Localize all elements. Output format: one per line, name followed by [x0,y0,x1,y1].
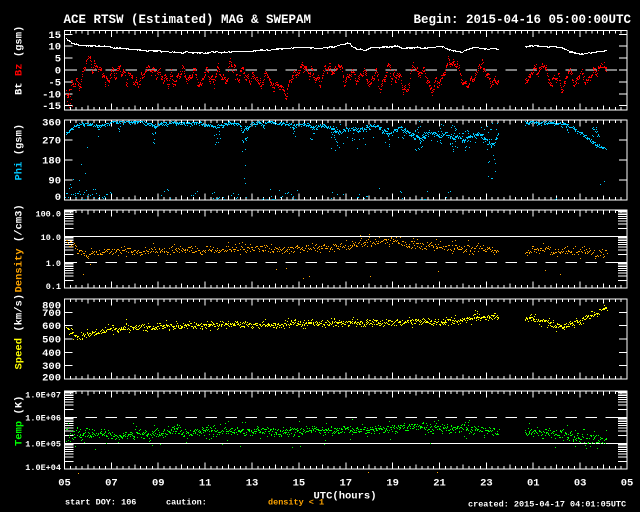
svg-text:500: 500 [42,335,61,347]
svg-text:1.0E+06: 1.0E+06 [25,414,61,424]
svg-text:09: 09 [152,478,165,490]
svg-text:05: 05 [621,478,634,490]
svg-text:Phi (gsm): Phi (gsm) [14,124,26,181]
svg-text:created: 2015-04-17 04:01:05UT: created: 2015-04-17 04:01:05UTC [468,500,626,510]
svg-text:0.1: 0.1 [46,282,61,292]
svg-text:11: 11 [199,478,212,490]
svg-text:10: 10 [48,42,61,54]
svg-text:03: 03 [574,478,587,490]
svg-text:5: 5 [55,54,61,66]
svg-text:180: 180 [42,156,61,168]
svg-text:-5: -5 [48,77,61,89]
svg-text:density < 1: density < 1 [268,498,324,508]
svg-text:600: 600 [42,321,61,333]
svg-text:23: 23 [480,478,493,490]
svg-text:21: 21 [433,478,446,490]
svg-text:07: 07 [105,478,118,490]
svg-text:17: 17 [339,478,352,490]
svg-text:1.0E+07: 1.0E+07 [25,391,61,401]
svg-text:-10: -10 [42,89,61,101]
svg-text:10.0: 10.0 [41,233,61,243]
svg-text:0: 0 [55,66,61,78]
svg-text:300: 300 [42,361,61,373]
svg-text:caution:: caution: [166,498,207,508]
svg-text:0: 0 [55,192,61,204]
svg-text:15: 15 [293,478,306,490]
svg-text:15: 15 [48,30,61,42]
svg-text:start DOY: 106: start DOY: 106 [65,498,136,508]
svg-text:-15: -15 [42,101,61,113]
svg-text:Begin: 2015-04-16 05:00:00UTC: Begin: 2015-04-16 05:00:00UTC [414,13,632,27]
svg-text:1.0: 1.0 [46,259,61,269]
svg-text:13: 13 [246,478,259,490]
svg-text:1.0E+04: 1.0E+04 [25,463,61,473]
svg-text:ACE RTSW (Estimated) MAG & SWE: ACE RTSW (Estimated) MAG & SWEPAM [64,13,312,27]
svg-text:800: 800 [42,301,61,313]
svg-text:Temp (K): Temp (K) [14,396,26,446]
svg-text:Speed (km/s): Speed (km/s) [14,294,26,370]
svg-text:360: 360 [42,118,61,130]
svg-text:Density (/cm3): Density (/cm3) [14,204,26,292]
svg-text:400: 400 [42,348,61,360]
svg-text:01: 01 [527,478,540,490]
svg-text:05: 05 [58,478,71,490]
svg-text:270: 270 [42,136,61,148]
svg-text:200: 200 [42,373,61,385]
svg-text:19: 19 [386,478,399,490]
svg-text:1.0E+05: 1.0E+05 [25,440,61,450]
svg-text:Bt Bz (gsm): Bt Bz (gsm) [14,26,26,95]
svg-text:100.0: 100.0 [35,210,61,220]
svg-text:90: 90 [48,176,61,188]
